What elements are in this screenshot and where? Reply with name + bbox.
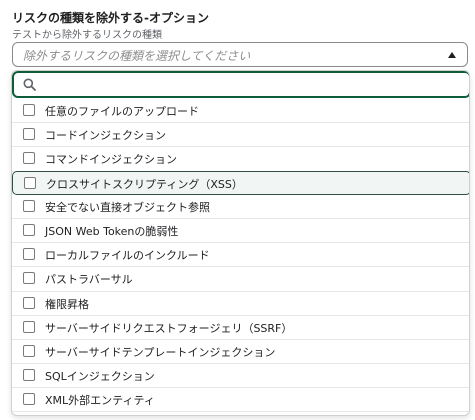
option-checkbox[interactable]: [24, 176, 36, 189]
search-input[interactable]: [44, 75, 458, 96]
option-label: 安全でない直接オブジェクト参照: [45, 200, 210, 214]
risk-type-select[interactable]: 除外するリスクの種類を選択してください: [12, 42, 468, 67]
option-label: 任意のファイルのアップロード: [45, 105, 199, 118]
option-label: XML外部エンティティ: [45, 394, 155, 408]
option-item[interactable]: サーバーサイドテンプレートインジェクション: [12, 340, 469, 365]
option-checkbox[interactable]: [23, 152, 35, 165]
option-label: JSON Web Tokenの脆弱性: [45, 224, 179, 238]
option-checkbox[interactable]: [23, 393, 35, 406]
option-label: 権限昇格: [45, 297, 89, 311]
option-item[interactable]: ローカルファイルのインクルード: [12, 243, 469, 268]
search-field[interactable]: [12, 71, 469, 98]
search-icon: [23, 78, 36, 91]
option-label: コマンドインジェクション: [45, 153, 177, 167]
option-label: コードインジェクション: [45, 129, 166, 143]
field-description: テストから除外するリスクの種類: [12, 30, 162, 41]
risk-exclusion-panel: リスクの種類を除外する-オプション テストから除外するリスクの種類 除外するリス…: [0, 0, 475, 420]
option-checkbox[interactable]: [23, 104, 35, 116]
option-label: サーバーサイドリクエストフォージェリ（SSRF）: [45, 321, 293, 335]
option-checkbox[interactable]: [23, 199, 35, 212]
option-label: SQLインジェクション: [45, 370, 155, 384]
option-item[interactable]: パストラバーサル: [12, 267, 469, 292]
option-checkbox[interactable]: [23, 128, 35, 141]
caret-up-icon[interactable]: [448, 52, 456, 58]
option-checkbox[interactable]: [23, 296, 35, 309]
option-list: 任意のファイルのアップロード コードインジェクション コマンドインジェクションクロス…: [12, 99, 469, 413]
option-checkbox[interactable]: [23, 272, 35, 285]
option-item[interactable]: サーバーサイドリクエストフォージェリ（SSRF）: [12, 316, 469, 340]
option-checkbox[interactable]: [23, 223, 35, 236]
option-item[interactable]: SQLインジェクション: [12, 364, 469, 389]
option-label: クロスサイトスクリプティング（XSS）: [46, 177, 243, 191]
option-checkbox[interactable]: [23, 369, 35, 382]
option-checkbox[interactable]: [23, 320, 35, 333]
option-item[interactable]: クロスサイトスクリプティング（XSS）: [12, 170, 469, 195]
option-checkbox[interactable]: [23, 248, 35, 261]
option-item[interactable]: コードインジェクション: [12, 123, 469, 148]
option-item[interactable]: 安全でない直接オブジェクト参照: [12, 195, 469, 219]
option-item[interactable]: コマンドインジェクション: [12, 147, 469, 172]
option-item[interactable]: JSON Web Tokenの脆弱性: [12, 219, 469, 244]
option-label: ローカルファイルのインクルード: [45, 249, 210, 263]
option-item[interactable]: 任意のファイルのアップロード: [12, 99, 469, 124]
select-placeholder: 除外するリスクの種類を選択してください: [23, 49, 251, 63]
option-checkbox[interactable]: [23, 344, 35, 357]
option-label: サーバーサイドテンプレートインジェクション: [45, 345, 276, 359]
option-item[interactable]: XML外部エンティティ: [12, 388, 469, 413]
option-label: パストラバーサル: [45, 273, 133, 287]
dropdown-panel: 任意のファイルのアップロード コードインジェクション コマンドインジェクションクロス…: [11, 70, 470, 416]
field-label: リスクの種類を除外する-オプション: [12, 11, 209, 25]
option-item[interactable]: 権限昇格: [12, 292, 469, 316]
